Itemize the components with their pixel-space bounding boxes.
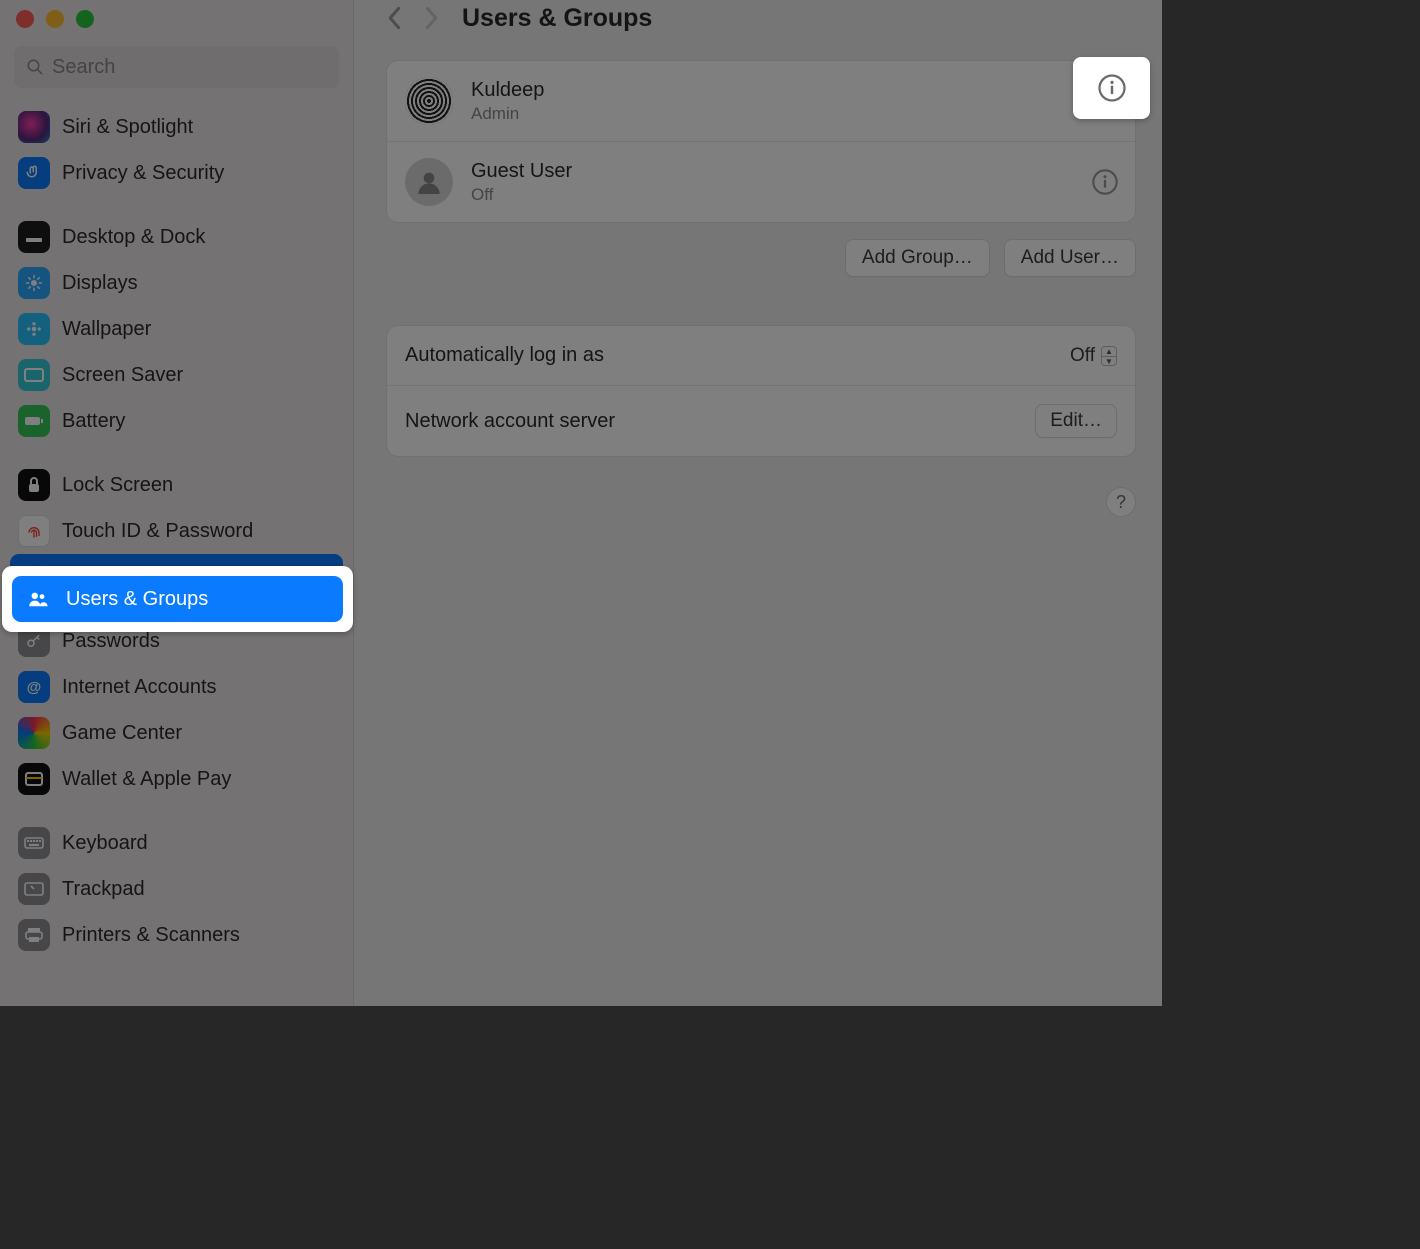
sun-icon <box>18 267 50 299</box>
sidebar-item-label: Screen Saver <box>62 364 183 387</box>
forward-button[interactable] <box>422 6 440 30</box>
lock-icon <box>18 469 50 501</box>
sidebar-item-label: Siri & Spotlight <box>62 116 193 139</box>
network-server-row: Network account server Edit… <box>387 386 1135 456</box>
sidebar-item-label: Battery <box>62 410 125 433</box>
nav-arrows <box>386 6 440 30</box>
up-down-icon: ▲▼ <box>1101 346 1117 366</box>
search-icon <box>26 58 44 76</box>
sidebar-item-trackpad[interactable]: Trackpad <box>0 866 353 912</box>
highlighted-users-groups[interactable]: Users & Groups <box>12 576 343 622</box>
search-placeholder: Search <box>52 56 115 79</box>
users-icon <box>22 584 54 614</box>
sidebar-item-label: Game Center <box>62 722 182 745</box>
popup-value: Off <box>1070 345 1095 367</box>
sidebar-item-label: Lock Screen <box>62 474 173 497</box>
setting-label: Automatically log in as <box>405 344 604 367</box>
avatar <box>405 77 453 125</box>
auto-login-row: Automatically log in as Off ▲▼ <box>387 326 1135 386</box>
screensaver-icon <box>18 359 50 391</box>
page-title: Users & Groups <box>462 4 652 33</box>
search-input[interactable]: Search <box>14 46 339 88</box>
highlight-info-button[interactable] <box>1073 57 1150 119</box>
sidebar-item-label: Wallpaper <box>62 318 151 341</box>
window-controls <box>0 6 353 40</box>
zoom-window-button[interactable] <box>76 10 94 28</box>
sidebar-item-privacy[interactable]: Privacy & Security <box>0 150 353 196</box>
wallet-icon <box>18 763 50 795</box>
sidebar-item-touchid[interactable]: Touch ID & Password <box>0 508 353 554</box>
setting-label: Network account server <box>405 410 615 433</box>
info-button[interactable] <box>1091 168 1119 196</box>
close-window-button[interactable] <box>16 10 34 28</box>
siri-icon <box>18 111 50 143</box>
svg-text:@: @ <box>27 679 42 696</box>
main-pane: Users & Groups Kuldeep Admin Guest User <box>354 0 1162 1006</box>
sidebar-item-label: Displays <box>62 272 138 295</box>
sidebar-item-siri[interactable]: Siri & Spotlight <box>0 104 353 150</box>
gamecenter-icon <box>18 717 50 749</box>
sidebar-item-desktop[interactable]: Desktop & Dock <box>0 214 353 260</box>
sidebar-item-label: Printers & Scanners <box>62 924 240 947</box>
flower-icon <box>18 313 50 345</box>
auto-login-popup[interactable]: Off ▲▼ <box>1070 345 1117 367</box>
sidebar-list: Siri & Spotlight Privacy & Security Desk… <box>0 102 353 974</box>
highlight-label: Users & Groups <box>66 588 208 611</box>
sidebar-item-gamecenter[interactable]: Game Center <box>0 710 353 756</box>
info-icon <box>1097 73 1127 103</box>
titlebar: Users & Groups <box>386 0 1136 36</box>
sidebar-item-displays[interactable]: Displays <box>0 260 353 306</box>
dock-icon <box>18 221 50 253</box>
trackpad-icon <box>18 873 50 905</box>
user-name: Guest User <box>471 160 572 183</box>
add-group-button[interactable]: Add Group… <box>845 239 990 277</box>
sidebar-item-label: Passwords <box>62 630 160 653</box>
sidebar-item-label: Trackpad <box>62 878 145 901</box>
sidebar-item-keyboard[interactable]: Keyboard <box>0 820 353 866</box>
user-row[interactable]: Kuldeep Admin <box>387 61 1135 142</box>
printer-icon <box>18 919 50 951</box>
help-button[interactable]: ? <box>1106 487 1136 517</box>
settings-card: Automatically log in as Off ▲▼ Network a… <box>386 325 1136 457</box>
keyboard-icon <box>18 827 50 859</box>
minimize-window-button[interactable] <box>46 10 64 28</box>
user-row[interactable]: Guest User Off <box>387 142 1135 222</box>
user-name: Kuldeep <box>471 79 544 102</box>
users-card: Kuldeep Admin Guest User Off <box>386 60 1136 223</box>
sidebar-item-wallet[interactable]: Wallet & Apple Pay <box>0 756 353 802</box>
add-user-button[interactable]: Add User… <box>1004 239 1136 277</box>
sidebar-item-battery[interactable]: Battery <box>0 398 353 444</box>
fingerprint-icon <box>18 515 50 547</box>
sidebar-item-label: Wallet & Apple Pay <box>62 768 231 791</box>
sidebar-item-wallpaper[interactable]: Wallpaper <box>0 306 353 352</box>
sidebar-item-label: Privacy & Security <box>62 162 224 185</box>
sidebar-item-label: Desktop & Dock <box>62 226 205 249</box>
at-icon: @ <box>18 671 50 703</box>
sidebar-item-label: Internet Accounts <box>62 676 217 699</box>
user-role: Admin <box>471 104 544 124</box>
back-button[interactable] <box>386 6 404 30</box>
hand-icon <box>18 157 50 189</box>
action-buttons: Add Group… Add User… <box>386 239 1136 277</box>
sidebar: Search Siri & Spotlight Privacy & Securi… <box>0 0 354 1006</box>
sidebar-item-label: Touch ID & Password <box>62 520 253 543</box>
settings-window: Search Siri & Spotlight Privacy & Securi… <box>0 0 1162 1006</box>
help-glyph: ? <box>1116 492 1126 513</box>
battery-icon <box>18 405 50 437</box>
sidebar-item-printers[interactable]: Printers & Scanners <box>0 912 353 958</box>
sidebar-item-label: Keyboard <box>62 832 148 855</box>
sidebar-item-internet[interactable]: @ Internet Accounts <box>0 664 353 710</box>
help-area: ? <box>386 487 1136 517</box>
avatar <box>405 158 453 206</box>
user-status: Off <box>471 185 572 205</box>
sidebar-item-lockscreen[interactable]: Lock Screen <box>0 462 353 508</box>
sidebar-item-screensaver[interactable]: Screen Saver <box>0 352 353 398</box>
edit-button[interactable]: Edit… <box>1035 404 1117 438</box>
highlight-sidebar-item: Users & Groups <box>2 566 353 632</box>
